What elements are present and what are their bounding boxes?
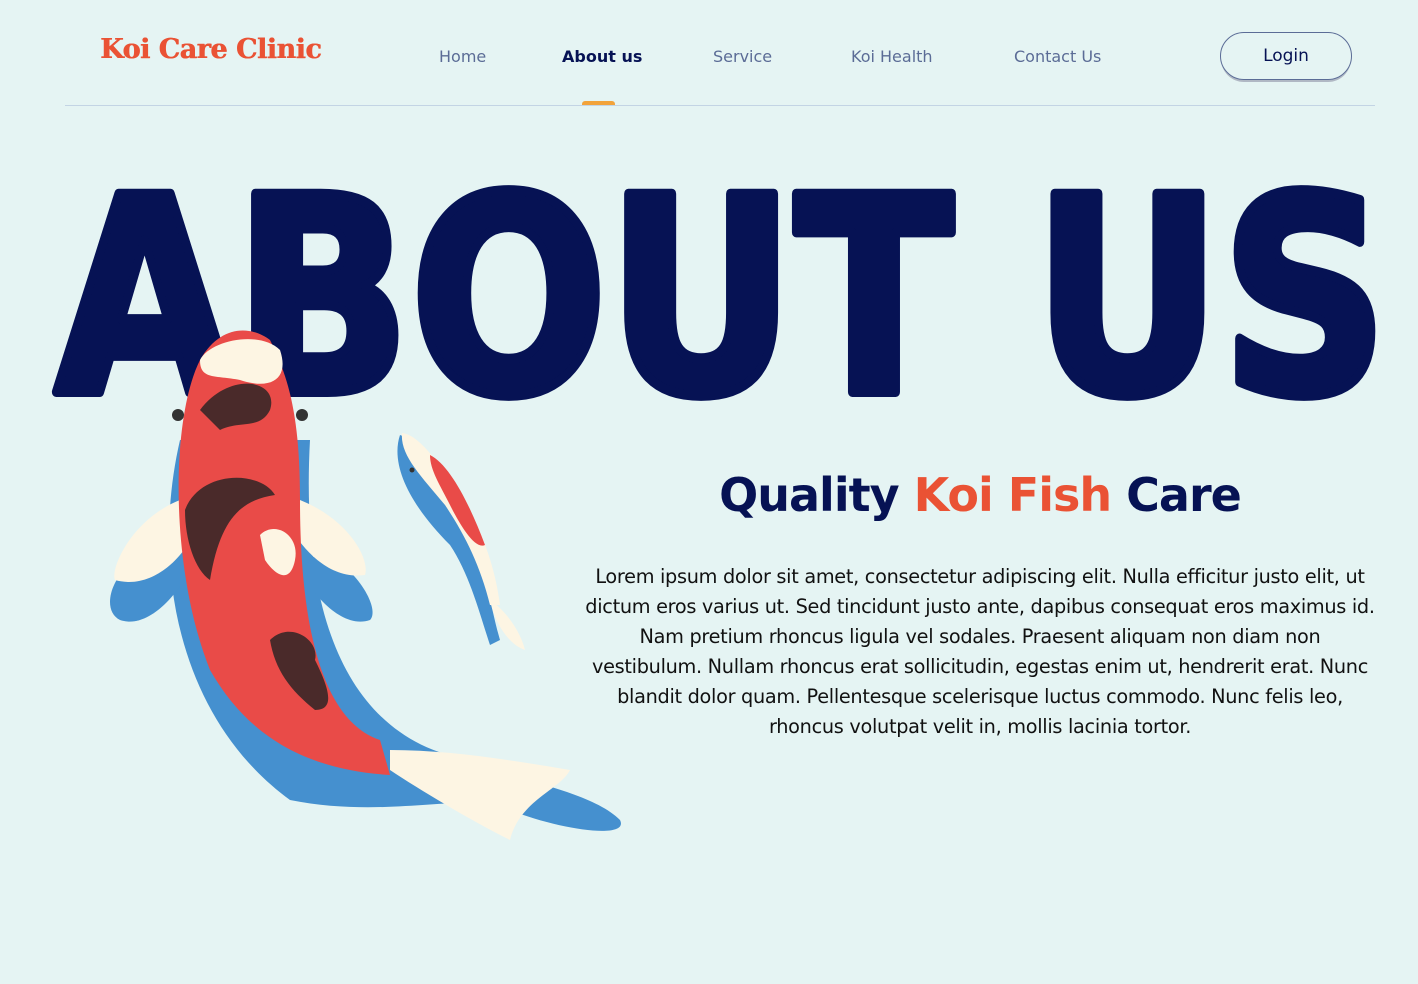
- login-button[interactable]: Login: [1220, 32, 1352, 80]
- subtitle-care: Care: [1111, 468, 1242, 522]
- nav-contact-us[interactable]: Contact Us: [1014, 47, 1101, 66]
- logo[interactable]: Koi Care Clinic: [100, 34, 322, 65]
- nav-koi-health[interactable]: Koi Health: [851, 47, 933, 66]
- header-divider: [65, 105, 1375, 106]
- koi-fish-small-illustration: [397, 433, 525, 650]
- koi-fish-large: [110, 330, 621, 840]
- koi-fish-large-illustration: [110, 330, 621, 840]
- koi-fish-small: [397, 433, 525, 650]
- nav-service[interactable]: Service: [713, 47, 772, 66]
- nav-about-us[interactable]: About us: [562, 47, 642, 66]
- about-body-text: Lorem ipsum dolor sit amet, consectetur …: [585, 565, 1375, 739]
- section-subtitle: Quality Koi Fish Care: [590, 468, 1370, 522]
- subtitle-koi-fish: Koi Fish: [913, 468, 1113, 522]
- nav-home[interactable]: Home: [439, 47, 486, 66]
- subtitle-quality: Quality: [719, 468, 914, 522]
